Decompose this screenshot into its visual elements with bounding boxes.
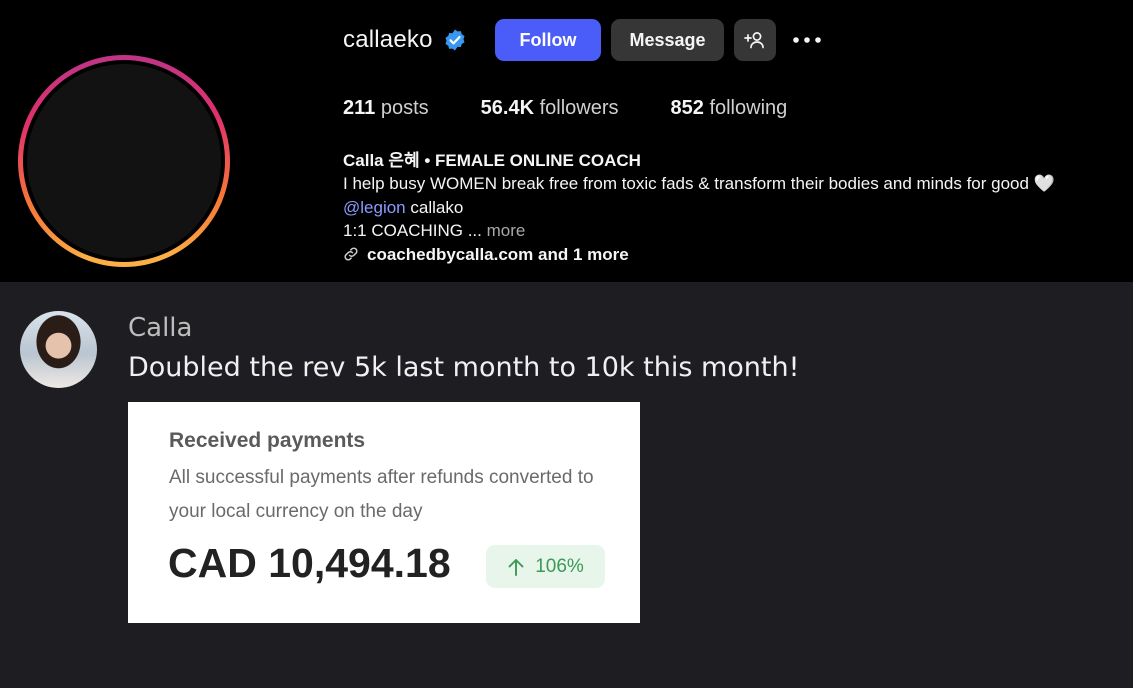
link-icon [344, 247, 358, 261]
payment-amount: CAD 10,494.18 [168, 540, 451, 586]
more-dots-icon [793, 37, 821, 43]
profile-stats: 211 posts 56.4K followers 852 following [343, 97, 839, 125]
following-stat[interactable]: 852 following [671, 97, 788, 125]
bio-line: I help busy WOMEN break free from toxic … [343, 174, 1055, 194]
card-description: All successful payments after refunds co… [169, 467, 594, 522]
profile-header: callaeko Follow Message 211 posts 56.4K … [0, 0, 1133, 282]
more-options-button[interactable] [789, 19, 825, 61]
profile-avatar[interactable] [27, 64, 221, 258]
username: callaeko [343, 26, 433, 53]
follow-button[interactable]: Follow [495, 19, 601, 61]
bio-website-link[interactable]: coachedbycalla.com and 1 more [343, 243, 1123, 266]
post-section: Calla Doubled the rev 5k last month to 1… [0, 282, 1133, 688]
username-row: callaeko [343, 19, 467, 61]
card-title: Received payments [169, 429, 366, 452]
message-button[interactable]: Message [611, 19, 724, 61]
bio-name: Calla 은혜 • FEMALE ONLINE COACH [343, 151, 641, 170]
followers-stat[interactable]: 56.4K followers [481, 97, 619, 125]
bio-mention-line: @legion callako [343, 197, 464, 217]
add-user-icon [744, 32, 764, 49]
mention-link[interactable]: @legion [343, 198, 406, 217]
change-percent: 106% [535, 555, 584, 577]
posts-stat: 211 posts [343, 97, 429, 119]
arrow-up-icon [508, 558, 524, 576]
post-text: Doubled the rev 5k last month to 10k thi… [128, 352, 800, 383]
story-ring[interactable] [18, 55, 230, 267]
change-badge: 106% [486, 545, 605, 588]
add-user-button[interactable] [734, 19, 776, 61]
verified-badge-icon [445, 29, 465, 51]
bio-coaching-line: 1:1 COACHING ... more [343, 221, 526, 241]
post-author-name: Calla [128, 313, 193, 343]
more-link[interactable]: more [482, 221, 526, 240]
profile-bio: Calla 은혜 • FEMALE ONLINE COACH I help bu… [343, 149, 1123, 266]
post-author-avatar[interactable] [20, 311, 97, 388]
payments-card: Received payments All successful payment… [128, 402, 640, 623]
